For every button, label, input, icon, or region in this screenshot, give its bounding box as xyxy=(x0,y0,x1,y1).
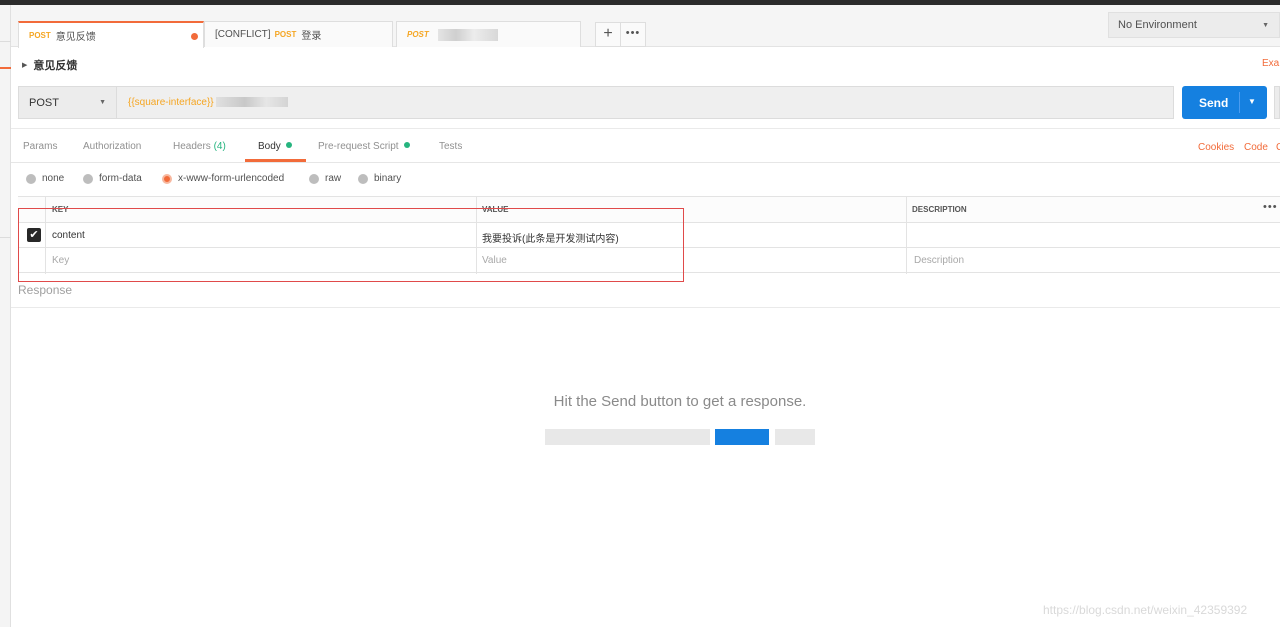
more-tabs-icon[interactable]: ••• xyxy=(620,22,646,47)
chevron-down-icon: ▼ xyxy=(99,99,106,106)
tab-body-label: Body xyxy=(258,141,281,152)
column-header-key: KEY xyxy=(52,205,69,214)
radio-label: form-data xyxy=(99,173,142,184)
radio-none[interactable]: none xyxy=(26,173,64,184)
active-dot-icon xyxy=(403,142,410,149)
radio-urlencoded[interactable]: x-www-form-urlencoded xyxy=(162,173,284,184)
method-badge: POST xyxy=(407,30,429,39)
tab-prerequest-script[interactable]: Pre-request Script xyxy=(318,141,410,152)
radio-label: raw xyxy=(325,173,342,184)
url-bar: POST ▼ {{square-interface}} xyxy=(18,86,1174,119)
new-key-input[interactable]: Key xyxy=(52,255,69,266)
unsaved-dot-icon xyxy=(191,33,198,40)
new-description-input[interactable]: Description xyxy=(914,255,964,266)
request-name-toggle[interactable]: ▶ 意见反馈 xyxy=(22,57,77,73)
watermark: https://blog.csdn.net/weixin_42359392 xyxy=(1043,603,1248,617)
radio-label: binary xyxy=(374,173,402,184)
placeholder-bar-accent xyxy=(715,429,769,445)
column-header-description: DESCRIPTION xyxy=(912,205,967,214)
active-tab-underline xyxy=(245,159,306,162)
new-value-input[interactable]: Value xyxy=(482,255,507,266)
request-tab-bar: POST 意见反馈 [CONFLICT] POST 登录 POST + ••• xyxy=(11,5,1280,48)
truncated-link[interactable]: C xyxy=(1276,142,1280,153)
conflict-prefix: [CONFLICT] xyxy=(215,29,271,40)
tab-headers-label: Headers xyxy=(173,141,211,152)
response-title: Response xyxy=(18,283,73,297)
send-options-chevron-icon[interactable]: ▼ xyxy=(1248,97,1256,106)
row-checkbox-checked-icon[interactable]: ✔ xyxy=(27,228,41,242)
sidebar-collapsed-strip[interactable] xyxy=(0,5,11,627)
tab-headers[interactable]: Headers (4) xyxy=(173,141,226,152)
radio-circle-icon xyxy=(26,173,36,184)
radio-binary[interactable]: binary xyxy=(358,173,401,184)
placeholder-bar xyxy=(775,429,815,445)
divider xyxy=(0,41,11,42)
examples-link[interactable]: Exa xyxy=(1262,58,1279,69)
method-select[interactable]: POST ▼ xyxy=(19,87,117,118)
column-header-value: VALUE xyxy=(482,205,509,214)
radio-circle-icon xyxy=(309,173,319,184)
divider xyxy=(11,307,1280,308)
table-row-new: Key Value Description xyxy=(18,248,1280,273)
placeholder-bar xyxy=(545,429,710,445)
chevron-down-icon: ▼ xyxy=(1262,22,1269,29)
tab-body[interactable]: Body xyxy=(258,141,292,152)
table-row: ✔ content 我要投诉(此条是开发测试内容) xyxy=(18,223,1280,248)
new-tab-button[interactable]: + xyxy=(595,22,621,47)
radio-form-data[interactable]: form-data xyxy=(83,173,142,184)
send-button[interactable]: Send ▼ xyxy=(1182,86,1267,119)
radio-circle-icon xyxy=(83,173,93,184)
radio-raw[interactable]: raw xyxy=(309,173,341,184)
code-link[interactable]: Code xyxy=(1244,142,1268,153)
blurred-url-part xyxy=(215,97,288,108)
tab-feedback[interactable]: POST 意见反馈 xyxy=(18,21,204,48)
environment-select[interactable]: No Environment ▼ xyxy=(1108,12,1280,38)
save-button-edge[interactable] xyxy=(1274,86,1280,119)
tab-prerequest-label: Pre-request Script xyxy=(318,141,399,152)
request-subtabs: Params Authorization Headers (4) Body Pr… xyxy=(11,133,1280,163)
key-value-table: KEY VALUE DESCRIPTION ••• ✔ content 我要投诉… xyxy=(18,196,1280,274)
row-value-input[interactable]: 我要投诉(此条是开发测试内容) xyxy=(482,230,619,245)
headers-count: (4) xyxy=(213,141,226,152)
url-value: {{square-interface}} xyxy=(128,97,214,108)
radio-label: x-www-form-urlencoded xyxy=(178,173,285,184)
caret-right-icon: ▶ xyxy=(22,62,28,69)
divider xyxy=(11,128,1280,129)
method-badge: POST xyxy=(29,31,51,40)
tab-login-conflict[interactable]: [CONFLICT] POST 登录 xyxy=(204,21,393,47)
cookies-link[interactable]: Cookies xyxy=(1198,142,1234,153)
empty-response-hint: Hit the Send button to get a response. xyxy=(553,393,807,410)
tab-label: 意见反馈 xyxy=(55,32,96,43)
request-name: 意见反馈 xyxy=(33,60,78,72)
divider xyxy=(0,237,11,238)
more-options-icon[interactable]: ••• xyxy=(1263,201,1278,213)
active-indicator xyxy=(0,67,11,69)
method-value: POST xyxy=(29,96,59,109)
tab-params[interactable]: Params xyxy=(23,141,57,152)
tab-tests[interactable]: Tests xyxy=(439,141,462,152)
row-key-input[interactable]: content xyxy=(52,230,85,241)
tab-authorization[interactable]: Authorization xyxy=(83,141,141,152)
tab-third-request[interactable]: POST xyxy=(396,21,581,47)
radio-label: none xyxy=(42,173,65,184)
tab-label: 登录 xyxy=(301,31,322,42)
url-input[interactable]: {{square-interface}} xyxy=(128,97,288,108)
environment-label: No Environment xyxy=(1118,19,1197,31)
method-badge: POST xyxy=(274,30,297,39)
table-header: KEY VALUE DESCRIPTION ••• xyxy=(18,197,1280,223)
send-label: Send xyxy=(1199,95,1229,110)
divider xyxy=(1239,92,1240,113)
blurred-tab-label xyxy=(437,28,498,41)
radio-selected-icon xyxy=(162,173,172,184)
radio-circle-icon xyxy=(358,173,368,184)
active-dot-icon xyxy=(285,142,292,149)
